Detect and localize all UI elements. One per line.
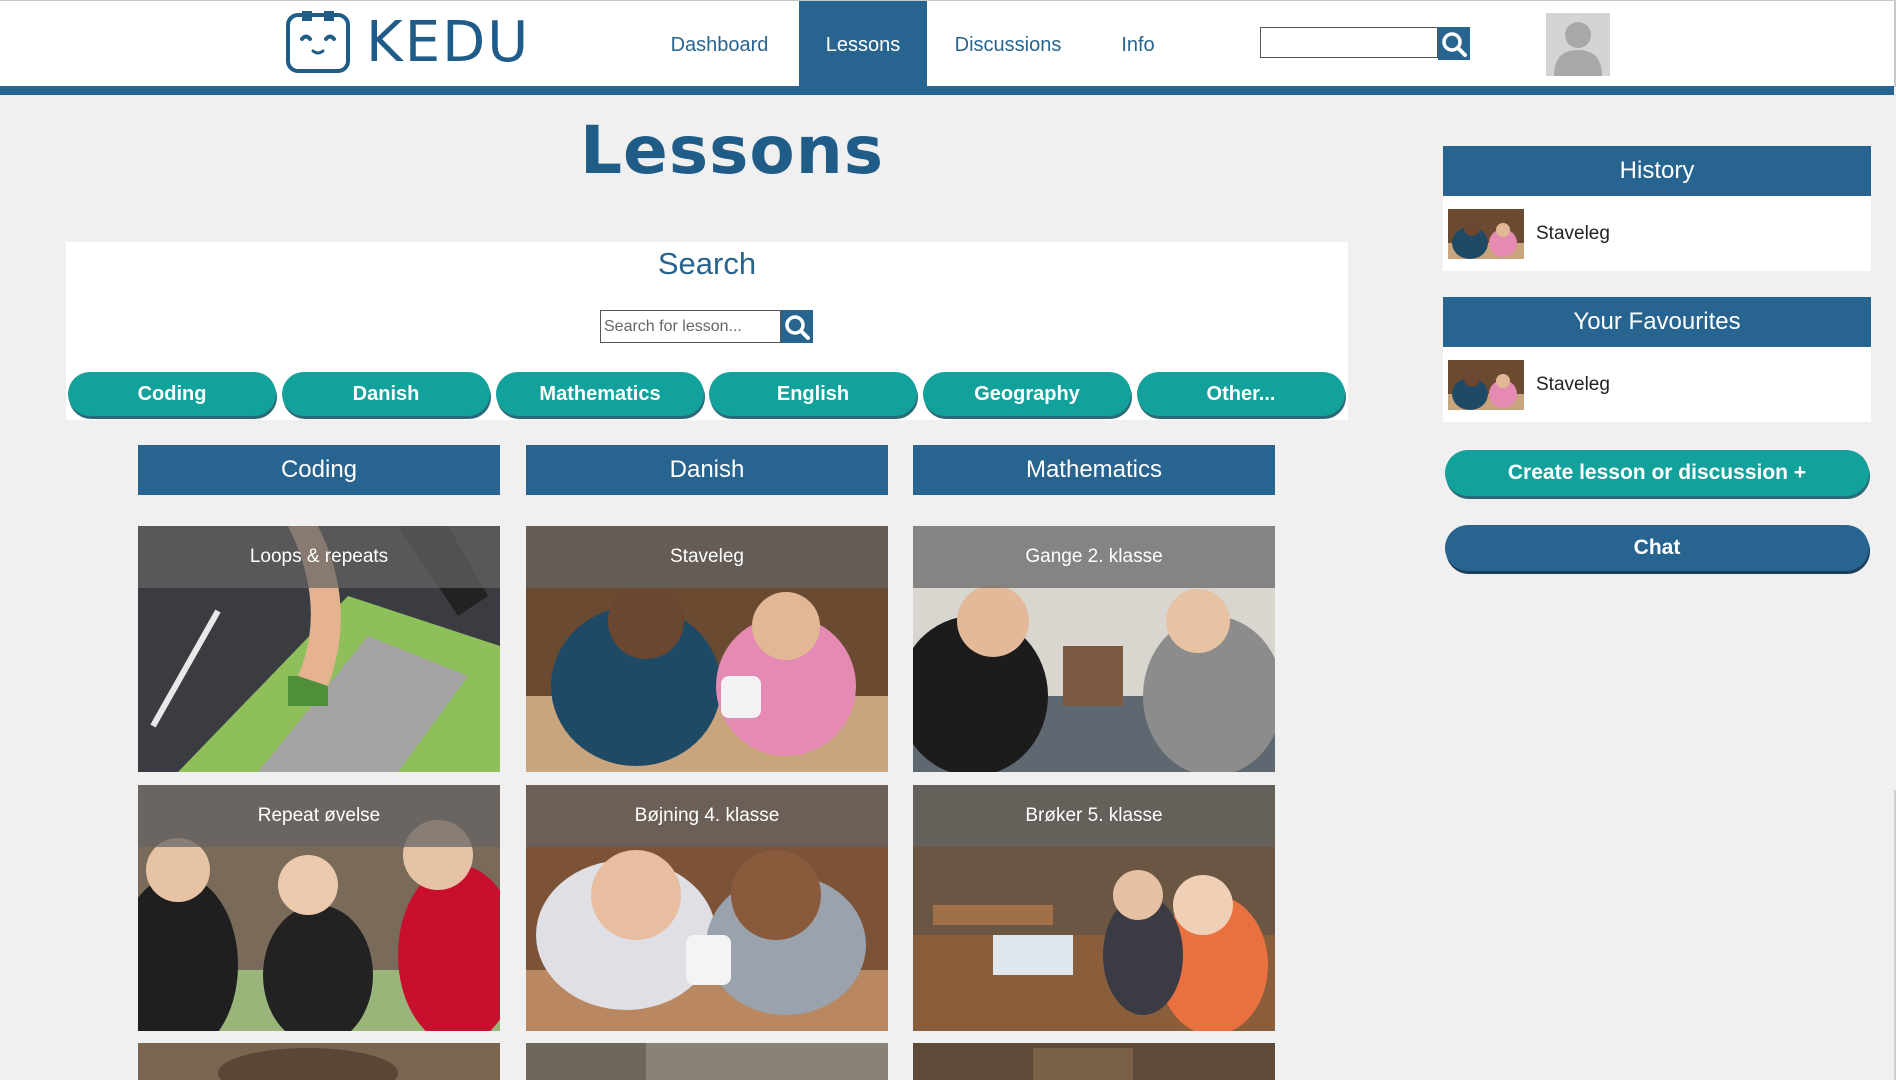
lesson-search-input[interactable] (600, 310, 781, 343)
nav-underline (0, 86, 1894, 95)
search-heading: Search (657, 246, 757, 281)
nav-dashboard[interactable]: Dashboard (654, 1, 785, 87)
favourite-thumbnail (1448, 359, 1524, 410)
favourites-header: Your Favourites (1443, 297, 1871, 347)
user-silhouette-icon (1554, 22, 1602, 76)
kedu-logo[interactable]: KEDU (285, 9, 530, 75)
user-avatar[interactable] (1546, 13, 1610, 76)
lesson-thumbnail-photo (1448, 208, 1524, 259)
lesson-photo (526, 1043, 888, 1080)
column-header-mathematics[interactable]: Mathematics (913, 445, 1275, 495)
lesson-card-title: Loops & repeats (138, 526, 500, 588)
top-search-input[interactable] (1260, 27, 1438, 58)
robot-logo-icon (286, 11, 350, 73)
lesson-card-title: Staveleg (526, 526, 888, 588)
chat-button[interactable]: Chat (1445, 525, 1869, 571)
lesson-search-button[interactable] (781, 310, 813, 343)
lesson-card-title: Bøjning 4. klasse (526, 785, 888, 847)
history-item[interactable]: Staveleg (1443, 196, 1871, 271)
lesson-card[interactable]: Gange 2. klasse (913, 526, 1275, 772)
nav-lessons[interactable]: Lessons (799, 1, 927, 87)
history-thumbnail (1448, 208, 1524, 259)
lesson-search (600, 310, 813, 343)
top-search (1260, 27, 1470, 60)
search-icon (785, 314, 810, 340)
lesson-card[interactable]: Loops & repeats (138, 526, 500, 772)
lesson-photo (138, 1043, 500, 1080)
lesson-photo (913, 1043, 1275, 1080)
lesson-card[interactable] (526, 1043, 888, 1080)
lesson-search-panel: Search Coding Danish Mathematics English… (66, 242, 1348, 420)
lesson-card-title: Brøker 5. klasse (913, 785, 1275, 847)
create-lesson-button[interactable]: Create lesson or discussion + (1445, 450, 1869, 496)
lesson-card[interactable]: Staveleg (526, 526, 888, 772)
filter-geography[interactable]: Geography (923, 372, 1131, 416)
favourite-item[interactable]: Staveleg (1443, 347, 1871, 422)
page-title: Lessons (580, 112, 884, 189)
lesson-thumbnail-photo (1448, 359, 1524, 410)
lesson-card[interactable]: Brøker 5. klasse (913, 785, 1275, 1031)
filter-english[interactable]: English (709, 372, 917, 416)
column-header-coding[interactable]: Coding (138, 445, 500, 495)
lesson-card[interactable] (913, 1043, 1275, 1080)
history-header: History (1443, 146, 1871, 196)
lesson-card-title: Gange 2. klasse (913, 526, 1275, 588)
logo-text: KEDU (366, 9, 531, 75)
filter-danish[interactable]: Danish (282, 372, 490, 416)
filter-mathematics[interactable]: Mathematics (496, 372, 704, 416)
filter-other[interactable]: Other... (1137, 372, 1345, 416)
favourite-item-label: Staveleg (1536, 373, 1610, 395)
lesson-card[interactable]: Repeat øvelse (138, 785, 500, 1031)
lesson-card[interactable] (138, 1043, 500, 1080)
search-icon (1442, 31, 1467, 57)
lesson-card-title: Repeat øvelse (138, 785, 500, 847)
filter-coding[interactable]: Coding (68, 372, 276, 416)
top-search-button[interactable] (1438, 27, 1470, 60)
nav-discussions[interactable]: Discussions (940, 1, 1076, 87)
history-item-label: Staveleg (1536, 222, 1610, 244)
lesson-card[interactable]: Bøjning 4. klasse (526, 785, 888, 1031)
top-navigation-bar: KEDU Dashboard Lessons Discussions Info (0, 0, 1896, 87)
nav-info[interactable]: Info (1096, 1, 1180, 87)
column-header-danish[interactable]: Danish (526, 445, 888, 495)
